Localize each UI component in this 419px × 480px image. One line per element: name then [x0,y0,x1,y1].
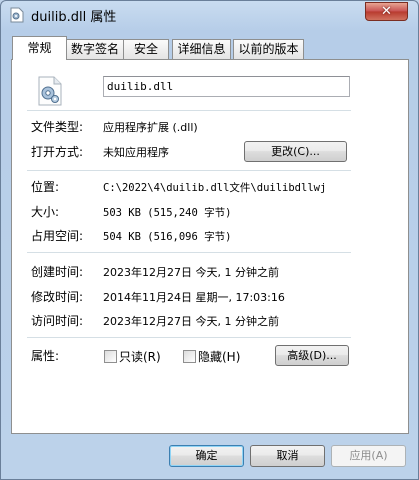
separator [27,110,351,111]
change-button[interactable]: 更改(C)... [244,141,347,162]
general-panel: duilib.dll 文件类型: 应用程序扩展 (.dll) 打开方式: 未知应… [11,59,409,434]
accessed-value: 2023年12月27日 今天, 1 分钟之前 [103,315,279,328]
disk-size-label: 占用空间: [31,229,84,243]
file-type-value: 应用程序扩展 (.dll) [103,121,198,134]
dll-file-icon [38,76,62,106]
readonly-label[interactable]: 只读(R) [119,348,161,365]
size-value: 503 KB (515,240 字节) [103,207,232,219]
tab-previous-versions[interactable]: 以前的版本 [233,39,304,59]
file-type-label: 文件类型: [31,120,84,134]
hidden-label[interactable]: 隐藏(H) [198,348,240,365]
file-name-input[interactable]: duilib.dll [103,76,350,97]
apply-button[interactable]: 应用(A) [331,445,406,467]
close-icon: ✕ [381,4,392,19]
tab-details[interactable]: 详细信息 [172,39,231,59]
tab-general[interactable]: 常规 [12,36,67,60]
dll-file-icon [10,7,24,23]
tab-digital-signatures[interactable]: 数字签名 [66,39,124,59]
created-value: 2023年12月27日 今天, 1 分钟之前 [103,266,279,279]
hidden-checkbox[interactable] [183,350,196,363]
close-button[interactable]: ✕ [365,2,408,21]
open-with-value: 未知应用程序 [103,146,169,159]
cancel-button[interactable]: 取消 [250,445,325,467]
window-title: duilib.dll 属性 [31,10,117,25]
location-label: 位置: [31,180,60,194]
separator [27,252,351,253]
advanced-button[interactable]: 高级(D)... [275,345,349,366]
properties-window: duilib.dll 属性 ✕ 常规 数字签名 安全 详细信息 以前的版本 du… [0,0,419,480]
open-with-label: 打开方式: [31,145,84,159]
readonly-checkbox[interactable] [104,350,117,363]
disk-size-value: 504 KB (516,096 字节) [103,231,232,243]
size-label: 大小: [31,205,60,219]
modified-value: 2014年11月24日 星期一, 17:03:16 [103,291,285,304]
location-value: C:\2022\4\duilib.dll文件\duilibdllwj [103,182,327,194]
attributes-label: 属性: [31,349,60,363]
created-label: 创建时间: [31,265,84,279]
separator [27,170,351,171]
ok-button[interactable]: 确定 [169,445,244,467]
tab-security[interactable]: 安全 [123,39,169,59]
modified-label: 修改时间: [31,290,84,304]
title-bar[interactable]: duilib.dll 属性 ✕ [1,1,418,29]
accessed-label: 访问时间: [31,314,84,328]
separator [27,337,351,338]
